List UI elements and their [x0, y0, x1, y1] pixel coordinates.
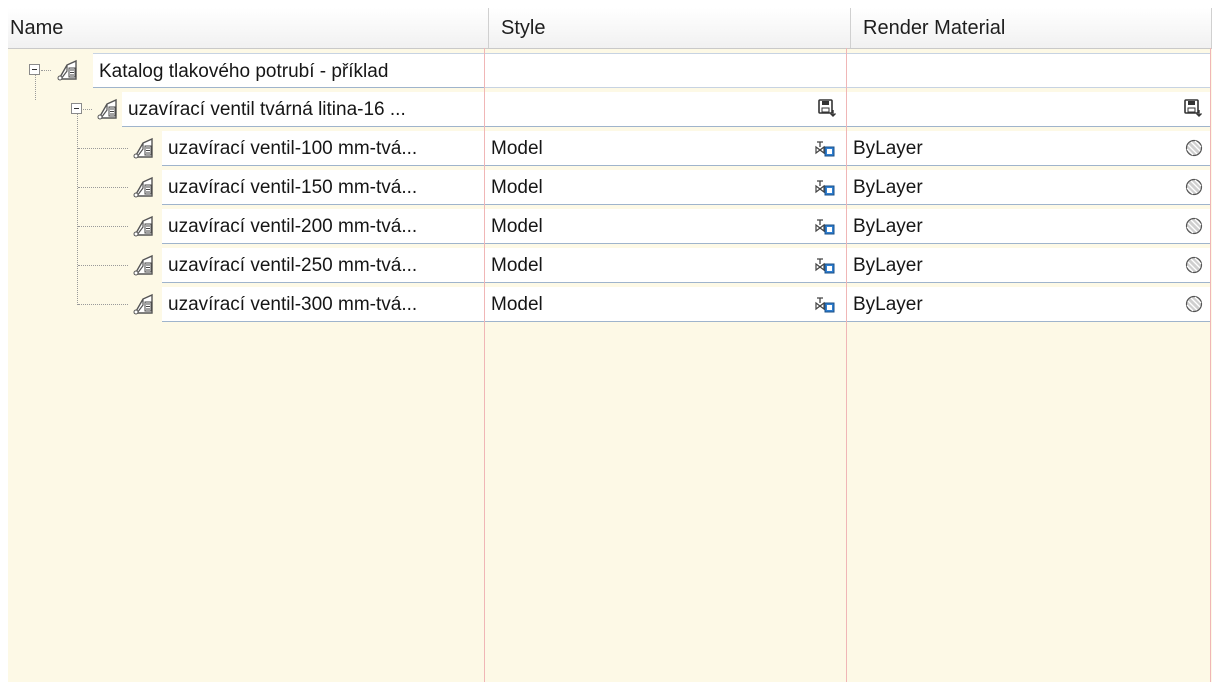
- style-cell[interactable]: Model: [485, 248, 846, 283]
- valve-style-icon[interactable]: [815, 216, 835, 236]
- tree-row-part[interactable]: uzavírací ventil-200 mm-tvá... Model ByL…: [8, 207, 1212, 246]
- tree-node-label-box: uzavírací ventil-250 mm-tvá...: [162, 248, 484, 283]
- material-sphere-icon[interactable]: [1184, 216, 1204, 236]
- render-material-cell[interactable]: ByLayer: [847, 287, 1210, 322]
- tree-connector: [78, 148, 128, 149]
- tree-node-label: uzavírací ventil tvárná litina-16 ...: [128, 99, 406, 120]
- save-icon[interactable]: [1183, 98, 1203, 118]
- tree-connector: [41, 70, 51, 71]
- tree-row-part[interactable]: uzavírací ventil-300 mm-tvá... Model ByL…: [8, 285, 1212, 324]
- style-value: Model: [491, 177, 543, 198]
- valve-style-icon[interactable]: [815, 177, 835, 197]
- tree-row-part[interactable]: uzavírací ventil-100 mm-tvá... Model ByL…: [8, 129, 1212, 168]
- tree-row-part[interactable]: uzavírací ventil-150 mm-tvá... Model ByL…: [8, 168, 1212, 207]
- column-divider[interactable]: [850, 8, 851, 48]
- render-material-value: ByLayer: [853, 255, 923, 276]
- tree-connector: [83, 109, 92, 110]
- tree-connector: [78, 304, 128, 305]
- tree-node-label: Katalog tlakového potrubí - příklad: [99, 61, 389, 82]
- style-cell[interactable]: Model: [485, 131, 846, 166]
- part-size-icon: [133, 137, 153, 159]
- valve-style-icon[interactable]: [815, 255, 835, 275]
- part-family-icon: [97, 98, 117, 120]
- valve-style-icon[interactable]: [815, 294, 835, 314]
- part-size-icon: [133, 215, 153, 237]
- tree-connector: [78, 226, 128, 227]
- tree-node-label: uzavírací ventil-300 mm-tvá...: [168, 294, 418, 315]
- style-cell[interactable]: Model: [485, 209, 846, 244]
- render-material-cell[interactable]: ByLayer: [847, 131, 1210, 166]
- save-icon[interactable]: [817, 98, 837, 118]
- style-value: Model: [491, 255, 543, 276]
- render-material-cell[interactable]: [847, 53, 1210, 88]
- render-material-cell[interactable]: [847, 92, 1210, 127]
- tree-node-label-box: uzavírací ventil tvárná litina-16 ...: [122, 92, 484, 127]
- material-sphere-icon[interactable]: [1184, 294, 1204, 314]
- tree-node-label: uzavírací ventil-150 mm-tvá...: [168, 177, 418, 198]
- column-header-render-material[interactable]: Render Material: [855, 8, 1212, 48]
- material-sphere-icon[interactable]: [1184, 138, 1204, 158]
- material-sphere-icon[interactable]: [1184, 177, 1204, 197]
- tree-node-label-box: uzavírací ventil-200 mm-tvá...: [162, 209, 484, 244]
- tree-node-label-box: uzavírací ventil-150 mm-tvá...: [162, 170, 484, 205]
- style-value: Model: [491, 216, 543, 237]
- tree-node-label-box: uzavírací ventil-100 mm-tvá...: [162, 131, 484, 166]
- part-catalog-icon: [57, 59, 77, 81]
- tree-connector: [78, 265, 128, 266]
- style-cell[interactable]: [485, 92, 846, 127]
- collapse-toggle-icon[interactable]: [71, 103, 82, 114]
- style-value: Model: [491, 294, 543, 315]
- column-divider[interactable]: [488, 8, 489, 48]
- render-material-cell[interactable]: ByLayer: [847, 209, 1210, 244]
- part-size-icon: [133, 254, 153, 276]
- render-material-value: ByLayer: [853, 216, 923, 237]
- tree-row-group[interactable]: uzavírací ventil tvárná litina-16 ...: [8, 90, 1212, 129]
- column-header-name[interactable]: Name: [8, 8, 488, 48]
- column-divider[interactable]: [1211, 8, 1212, 48]
- style-cell[interactable]: [485, 53, 846, 88]
- style-cell[interactable]: Model: [485, 170, 846, 205]
- collapse-toggle-icon[interactable]: [29, 64, 40, 75]
- part-size-icon: [133, 293, 153, 315]
- tree-node-label-box: uzavírací ventil-300 mm-tvá...: [162, 287, 484, 322]
- material-sphere-icon[interactable]: [1184, 255, 1204, 275]
- tree-row-part[interactable]: uzavírací ventil-250 mm-tvá... Model ByL…: [8, 246, 1212, 285]
- render-material-cell[interactable]: ByLayer: [847, 248, 1210, 283]
- parts-list-grid: Name Style Render Material Katalog tlako…: [8, 8, 1212, 682]
- valve-style-icon[interactable]: [815, 138, 835, 158]
- tree-node-label: uzavírací ventil-250 mm-tvá...: [168, 255, 418, 276]
- render-material-value: ByLayer: [853, 177, 923, 198]
- tree-node-label-box: Katalog tlakového potrubí - příklad: [93, 53, 484, 88]
- style-cell[interactable]: Model: [485, 287, 846, 322]
- style-value: Model: [491, 138, 543, 159]
- render-material-cell[interactable]: ByLayer: [847, 170, 1210, 205]
- render-material-value: ByLayer: [853, 138, 923, 159]
- column-header-style[interactable]: Style: [493, 8, 851, 48]
- tree-node-label: uzavírací ventil-100 mm-tvá...: [168, 138, 418, 159]
- tree-connector: [78, 187, 128, 188]
- column-header-row: Name Style Render Material: [8, 8, 1212, 49]
- tree-node-label: uzavírací ventil-200 mm-tvá...: [168, 216, 418, 237]
- render-material-value: ByLayer: [853, 294, 923, 315]
- part-size-icon: [133, 176, 153, 198]
- tree-row-root[interactable]: Katalog tlakového potrubí - příklad: [8, 51, 1212, 90]
